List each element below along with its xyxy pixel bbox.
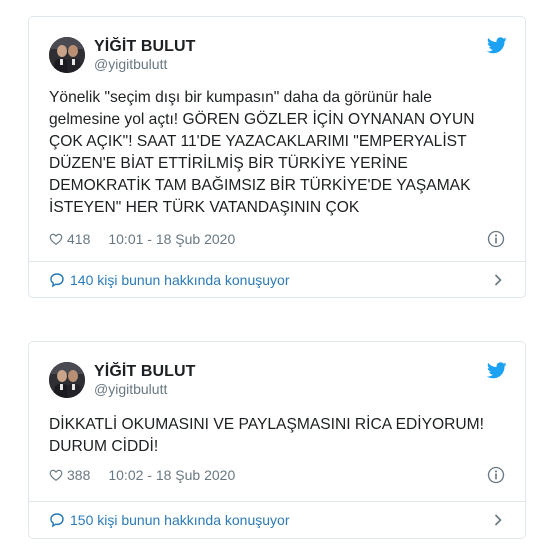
speech-bubble-icon: [50, 513, 64, 528]
tweet-meta: 388 10:02 - 18 Şub 2020: [49, 465, 505, 485]
like-count[interactable]: 388: [67, 467, 90, 483]
info-circle-icon[interactable]: [487, 466, 505, 484]
tweet-text: Yönelik "seçim dışı bir kumpasın" daha d…: [49, 89, 479, 216]
author-name[interactable]: YİĞİT BULUT: [94, 37, 196, 56]
tweet-header: YİĞİT BULUT @yigitbulutt: [49, 360, 505, 400]
author-name[interactable]: YİĞİT BULUT: [94, 362, 196, 381]
tweet-meta: 418 10:01 - 18 Şub 2020: [49, 229, 505, 249]
twitter-bird-icon[interactable]: [487, 362, 507, 379]
like-count[interactable]: 418: [67, 231, 90, 247]
author-info[interactable]: YİĞİT BULUT @yigitbulutt: [94, 37, 196, 73]
chevron-right-icon[interactable]: [493, 514, 503, 526]
timestamp[interactable]: 10:01 - 18 Şub 2020: [108, 231, 235, 247]
tweet-body: YİĞİT BULUT @yigitbulutt DİKKATLİ OKUMAS…: [29, 342, 525, 485]
twitter-bird-icon[interactable]: [487, 37, 507, 54]
tweet-card[interactable]: YİĞİT BULUT @yigitbulutt DİKKATLİ OKUMAS…: [28, 341, 526, 539]
avatar-photo: [49, 37, 85, 73]
chevron-right-icon[interactable]: [493, 274, 503, 286]
conversation-link[interactable]: 150 kişi bunun hakkında konuşuyor: [29, 502, 525, 538]
avatar[interactable]: [49, 37, 85, 73]
avatar-photo: [49, 362, 85, 398]
conversation-link[interactable]: 140 kişi bunun hakkında konuşuyor: [29, 262, 525, 298]
author-info[interactable]: YİĞİT BULUT @yigitbulutt: [94, 362, 196, 398]
conversation-label[interactable]: 140 kişi bunun hakkında konuşuyor: [70, 272, 289, 288]
tweet-text: DİKKATLİ OKUMASINI VE PAYLAŞMASINI RİCA …: [49, 416, 489, 455]
info-circle-icon[interactable]: [487, 230, 505, 248]
author-handle[interactable]: @yigitbulutt: [94, 381, 196, 398]
heart-outline-icon[interactable]: [49, 232, 63, 246]
speech-bubble-icon: [50, 273, 64, 288]
conversation-label[interactable]: 150 kişi bunun hakkında konuşuyor: [70, 512, 289, 528]
author-handle[interactable]: @yigitbulutt: [94, 56, 196, 73]
tweet-card[interactable]: YİĞİT BULUT @yigitbulutt Yönelik "seçim …: [28, 16, 526, 298]
tweet-header: YİĞİT BULUT @yigitbulutt: [49, 35, 505, 75]
heart-outline-icon[interactable]: [49, 468, 63, 482]
tweet-body: YİĞİT BULUT @yigitbulutt Yönelik "seçim …: [29, 17, 525, 249]
timestamp[interactable]: 10:02 - 18 Şub 2020: [108, 467, 235, 483]
avatar[interactable]: [49, 362, 85, 398]
